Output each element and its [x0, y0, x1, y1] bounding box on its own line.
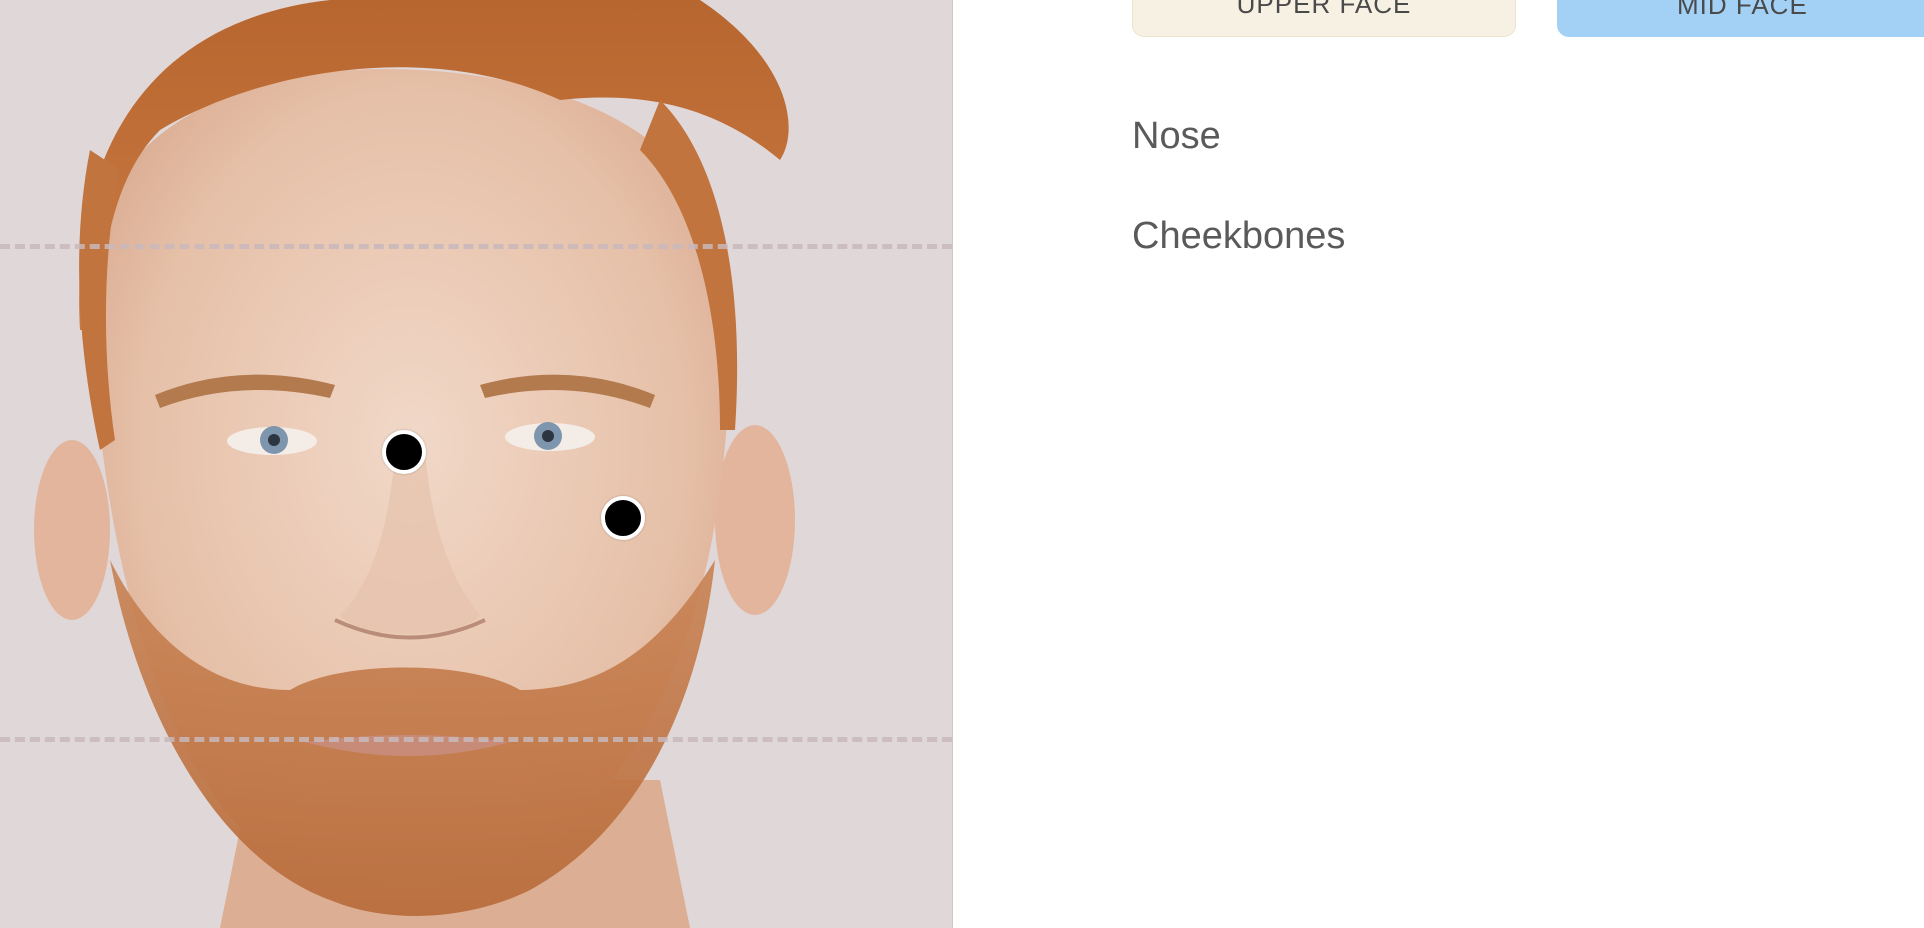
tab-mid-face-label: MID FACE [1677, 0, 1808, 20]
face-zone-selector: UPPER FACE MID FACE Nose Cheekbones [0, 0, 1924, 928]
area-item-label: Cheekbones [1132, 215, 1346, 257]
upper-guide-line [0, 244, 952, 249]
tab-upper-face[interactable]: UPPER FACE [1132, 0, 1516, 37]
tab-upper-face-label: UPPER FACE [1236, 0, 1412, 19]
face-photo [34, 0, 795, 928]
area-item-nose[interactable]: Nose [1132, 115, 1221, 158]
cheekbone-marker[interactable] [601, 496, 645, 540]
tab-mid-face[interactable]: MID FACE [1557, 0, 1924, 37]
area-item-cheekbones[interactable]: Cheekbones [1132, 215, 1345, 258]
lower-guide-line [0, 737, 952, 742]
area-item-label: Nose [1132, 115, 1221, 157]
nose-marker[interactable] [382, 430, 426, 474]
face-photo-panel [0, 0, 953, 928]
